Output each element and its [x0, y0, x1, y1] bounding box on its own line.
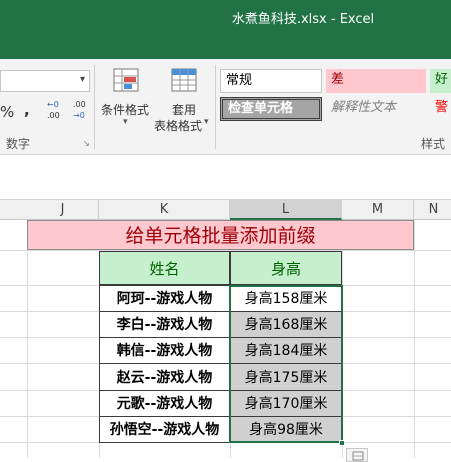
conditional-format-icon: [113, 68, 139, 92]
decrease-decimal-button[interactable]: .00 →0: [73, 99, 95, 123]
conditional-format-label: 条件格式: [101, 103, 150, 117]
formula-bar-area: [0, 155, 451, 200]
chevron-down-icon: ▾: [123, 117, 128, 127]
name-cell[interactable]: 韩信--游戏人物: [99, 337, 230, 364]
table-format-label-line1: 套用: [172, 103, 197, 117]
height-cell[interactable]: 身高98厘米: [230, 416, 342, 443]
window-title: 水煮鱼科技.xlsx - Excel: [231, 12, 375, 27]
style-explanatory[interactable]: 解释性文本: [326, 97, 426, 121]
number-format-dropdown[interactable]: ▾: [0, 70, 90, 92]
sheet-title-cell[interactable]: 给单元格批量添加前缀: [27, 220, 414, 250]
name-cell[interactable]: 孙悟空--游戏人物: [99, 416, 230, 443]
dialog-launcher-icon[interactable]: ↘: [83, 139, 90, 148]
increase-decimal-button[interactable]: ←0.00: [47, 99, 69, 123]
format-as-table-button[interactable]: 套用 表格格式 ▾: [154, 63, 214, 133]
column-header-k[interactable]: K: [99, 200, 230, 220]
name-cell[interactable]: 李白--游戏人物: [99, 311, 230, 338]
height-cell[interactable]: 身高170厘米: [230, 390, 342, 417]
percent-button[interactable]: %: [0, 103, 14, 121]
height-cell[interactable]: 身高175厘米: [230, 363, 342, 391]
height-cell[interactable]: 身高184厘米: [230, 337, 342, 364]
column-header-m[interactable]: M: [342, 200, 414, 220]
style-check-cell[interactable]: 检查单元格: [220, 97, 322, 121]
column-header-j[interactable]: J: [27, 200, 99, 220]
height-cell[interactable]: 身高158厘米: [230, 285, 342, 312]
fill-handle[interactable]: [339, 440, 345, 446]
styles-group-label: 样式: [421, 137, 446, 151]
chevron-down-icon: ▾: [204, 117, 209, 127]
column-header-row: J K L M N: [0, 200, 451, 220]
table-format-label-line2: 表格格式: [154, 119, 203, 133]
comma-style-button[interactable]: ,: [24, 101, 30, 119]
style-bad[interactable]: 差: [326, 69, 426, 93]
name-cell[interactable]: 阿珂--游戏人物: [99, 285, 230, 312]
header-name-cell[interactable]: 姓名: [99, 251, 230, 285]
conditional-format-button[interactable]: 条件格式 ▾: [98, 63, 156, 133]
style-good[interactable]: 好: [430, 69, 451, 93]
chevron-down-icon: ▾: [79, 74, 85, 85]
table-format-icon: [171, 68, 197, 92]
quick-analysis-icon[interactable]: [346, 448, 368, 462]
header-height-cell[interactable]: 身高: [230, 251, 342, 285]
height-cell[interactable]: 身高168厘米: [230, 311, 342, 338]
ribbon: ▾ % , ←0.00 .00 →0 数字 ↘ 条件格式 ▾ 套用 表格格式 ▾…: [0, 59, 451, 155]
name-cell[interactable]: 元歌--游戏人物: [99, 390, 230, 417]
worksheet-grid[interactable]: 给单元格批量添加前缀 姓名 身高 阿珂--游戏人物 身高158厘米 李白--游戏…: [0, 220, 451, 462]
column-header-n[interactable]: N: [414, 200, 451, 220]
style-warning[interactable]: 警: [430, 97, 451, 121]
style-normal[interactable]: 常规: [220, 69, 322, 93]
number-group-label: 数字: [6, 137, 31, 151]
name-cell[interactable]: 赵云--游戏人物: [99, 363, 230, 391]
title-bar: 水煮鱼科技.xlsx - Excel: [0, 0, 451, 59]
column-header-l[interactable]: L: [230, 200, 342, 220]
